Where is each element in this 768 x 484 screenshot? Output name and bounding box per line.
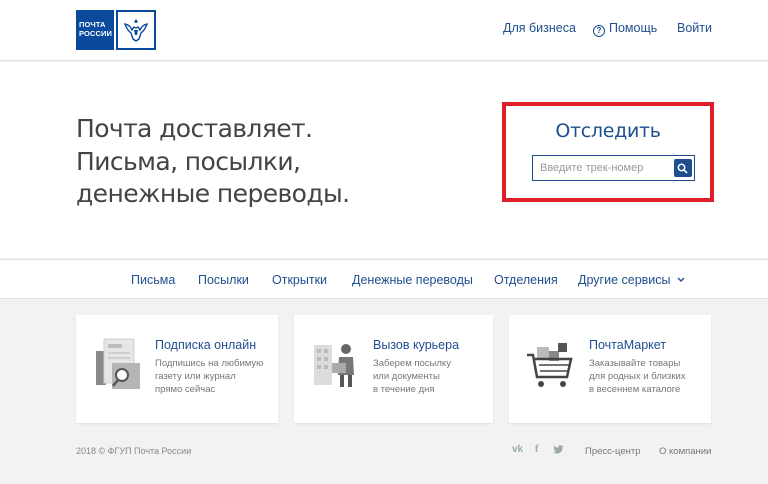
services-nav: Письма Посылки Открытки Денежные перевод…	[0, 259, 768, 299]
card-courier[interactable]: Вызов курьера Заберем посылку или докуме…	[294, 315, 493, 423]
card-pochtamarket[interactable]: ПочтаМаркет Заказывайте товары для родны…	[509, 315, 711, 423]
pochta-logo[interactable]: ПОЧТА РОССИИ	[76, 10, 156, 50]
card-desc-line: Заберем посылку	[373, 358, 451, 369]
hero-line-3: денежные переводы.	[76, 179, 350, 208]
nav-item-other-services[interactable]: Другие сервисы	[578, 273, 685, 287]
card-desc-line: для родных и близких	[589, 371, 686, 382]
facebook-icon[interactable]: f	[535, 444, 538, 455]
nav-item-money-transfers[interactable]: Денежные переводы	[352, 273, 473, 287]
vk-icon[interactable]: vk	[512, 444, 523, 455]
nav-item-offices[interactable]: Отделения	[494, 273, 558, 287]
card-desc-line: или документы	[373, 371, 440, 382]
logo-wordmark: ПОЧТА РОССИИ	[76, 10, 114, 50]
copyright-text: 2018 © ФГУП Почта России	[76, 446, 192, 456]
tracking-title: Отследить	[555, 120, 661, 142]
card-subscription[interactable]: Подписка онлайн Подпишись на любимую газ…	[76, 315, 278, 423]
card-description: Заказывайте товары для родных и близких …	[589, 357, 686, 396]
login-link[interactable]: Войти	[677, 21, 712, 35]
card-desc-line: в течение дня	[373, 384, 435, 395]
card-desc-line: Подпишись на любимую	[155, 358, 264, 369]
nav-item-parcels[interactable]: Посылки	[198, 273, 249, 287]
tracking-number-input[interactable]	[532, 155, 673, 181]
card-title: Вызов курьера	[373, 338, 460, 352]
business-link[interactable]: Для бизнеса	[503, 21, 576, 35]
card-title: Подписка онлайн	[155, 338, 257, 352]
hero-line-2: Письма, посылки,	[76, 147, 301, 176]
courier-icon	[310, 335, 362, 393]
card-desc-line: прямо сейчас	[155, 384, 216, 395]
press-center-link[interactable]: Пресс-центр	[585, 446, 641, 457]
hero-section: Почта доставляет. Письма, посылки, денеж…	[0, 62, 768, 258]
chevron-down-icon	[677, 277, 685, 282]
hero-line-1: Почта доставляет.	[76, 114, 313, 143]
card-desc-line: газету или журнал	[155, 371, 236, 382]
card-desc-line: в весеннем каталоге	[589, 384, 681, 395]
card-description: Заберем посылку или документы в течение …	[373, 357, 451, 396]
shopping-cart-icon	[525, 335, 577, 393]
card-title: ПочтаМаркет	[589, 338, 667, 352]
logo-line-2: РОССИИ	[79, 29, 112, 38]
logo-line-1: ПОЧТА	[79, 20, 106, 29]
tracking-search-button[interactable]	[673, 155, 695, 181]
site-header: ПОЧТА РОССИИ Для бизнеса ? Помощь Войти	[0, 0, 768, 61]
help-link[interactable]: ? Помощь	[593, 21, 657, 37]
card-description: Подпишись на любимую газету или журнал п…	[155, 357, 263, 396]
tracking-widget: Отследить	[502, 102, 714, 202]
other-services-label: Другие сервисы	[578, 273, 671, 287]
eagle-emblem-icon	[116, 10, 156, 50]
nav-item-letters[interactable]: Письма	[131, 273, 175, 287]
nav-item-postcards[interactable]: Открытки	[272, 273, 327, 287]
question-icon: ?	[593, 25, 605, 37]
card-desc-line: Заказывайте товары	[589, 358, 681, 369]
help-label: Помощь	[609, 21, 658, 35]
newspaper-magnifier-icon	[92, 335, 144, 393]
twitter-icon[interactable]	[553, 445, 564, 457]
search-icon	[673, 159, 692, 177]
about-company-link[interactable]: О компании	[659, 446, 711, 457]
